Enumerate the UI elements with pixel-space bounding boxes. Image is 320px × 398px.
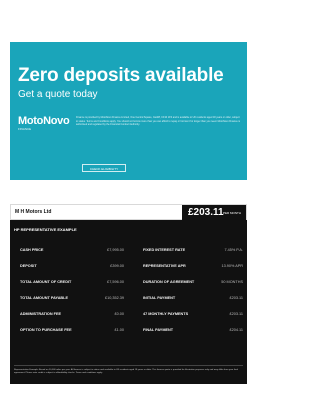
admin-fee-label: ADMINISTRATION FEE xyxy=(20,312,62,316)
total-credit-label: TOTAL AMOUNT OF CREDIT xyxy=(20,280,72,284)
banner-headline: Zero deposits available xyxy=(18,65,224,86)
cash-price-value: £7,995.00 xyxy=(107,248,124,252)
table-row: TOTAL AMOUNT OF CREDIT £7,596.00 DURATIO… xyxy=(14,278,243,294)
table-row: CASH PRICE £7,995.00 FIXED INTEREST RATE… xyxy=(14,246,243,262)
finance-example-panel: M H Motors Ltd £203.11 PER MONTH HP REPR… xyxy=(10,204,247,384)
ad-page: Zero deposits available Get a quote toda… xyxy=(0,0,257,398)
logo-tagline: FINANCE xyxy=(18,127,32,131)
table-row: OPTION TO PURCHASE FEE £1.00 FINAL PAYME… xyxy=(14,326,243,342)
purchase-fee-value: £1.00 xyxy=(114,328,124,332)
banner-disclaimer: Finance is provided by MotoNovo Finance … xyxy=(76,116,241,127)
monthly-price-box: £203.11 PER MONTH xyxy=(182,205,246,221)
representative-example-title: HP REPRESENTATIVE EXAMPLE xyxy=(14,227,77,232)
table-row: TOTAL AMOUNT PAYABLE £10,352.39 INITIAL … xyxy=(14,294,243,310)
duration-value: 50 MONTHS xyxy=(221,280,243,284)
finance-footer-note: Representative Example: Based on 10,000 … xyxy=(14,369,238,375)
monthly-payments-label: 47 MONTHLY PAYMENTS xyxy=(143,312,189,316)
fixed-interest-rate-value: 7.45% P.A. xyxy=(224,248,243,252)
dealer-name: M H Motors Ltd xyxy=(15,209,52,215)
total-payable-label: TOTAL AMOUNT PAYABLE xyxy=(20,296,69,300)
motonovo-logo: MotoNovo FINANCE xyxy=(18,115,70,132)
duration-label: DURATION OF AGREEMENT xyxy=(143,280,195,284)
final-payment-label: FINAL PAYMENT xyxy=(143,328,174,332)
total-payable-value: £10,352.39 xyxy=(104,296,124,300)
deposit-value: £399.00 xyxy=(110,264,124,268)
per-month-label: PER MONTH xyxy=(223,211,241,215)
representative-apr-label: REPRESENTATIVE APR xyxy=(143,264,186,268)
table-row: ADMINISTRATION FEE £0.00 47 MONTHLY PAYM… xyxy=(14,310,243,326)
logo-name: MotoNovo xyxy=(18,115,70,127)
fixed-interest-rate-label: FIXED INTEREST RATE xyxy=(143,248,186,252)
purchase-fee-label: OPTION TO PURCHASE FEE xyxy=(20,328,72,332)
finance-table: CASH PRICE £7,995.00 FIXED INTEREST RATE… xyxy=(14,246,243,342)
table-row: DEPOSIT £399.00 REPRESENTATIVE APR 13.90… xyxy=(14,262,243,278)
total-credit-value: £7,596.00 xyxy=(107,280,124,284)
check-eligibility-button[interactable]: CHECK ELIGIBILITY xyxy=(82,164,126,172)
monthly-payments-value: £203.11 xyxy=(229,312,243,316)
initial-payment-value: £203.11 xyxy=(229,296,243,300)
monthly-price: £203.11 xyxy=(188,207,224,218)
final-payment-value: £204.11 xyxy=(229,328,243,332)
banner-subheadline: Get a quote today xyxy=(18,89,98,100)
deposit-label: DEPOSIT xyxy=(20,264,37,268)
cash-price-label: CASH PRICE xyxy=(20,248,44,252)
representative-apr-value: 13.90% APR xyxy=(221,264,243,268)
admin-fee-value: £0.00 xyxy=(114,312,124,316)
promo-banner[interactable]: Zero deposits available Get a quote toda… xyxy=(10,42,247,180)
table-divider xyxy=(14,365,243,366)
panel-header: M H Motors Ltd £203.11 PER MONTH xyxy=(10,204,247,221)
initial-payment-label: INITIAL PAYMENT xyxy=(143,296,176,300)
